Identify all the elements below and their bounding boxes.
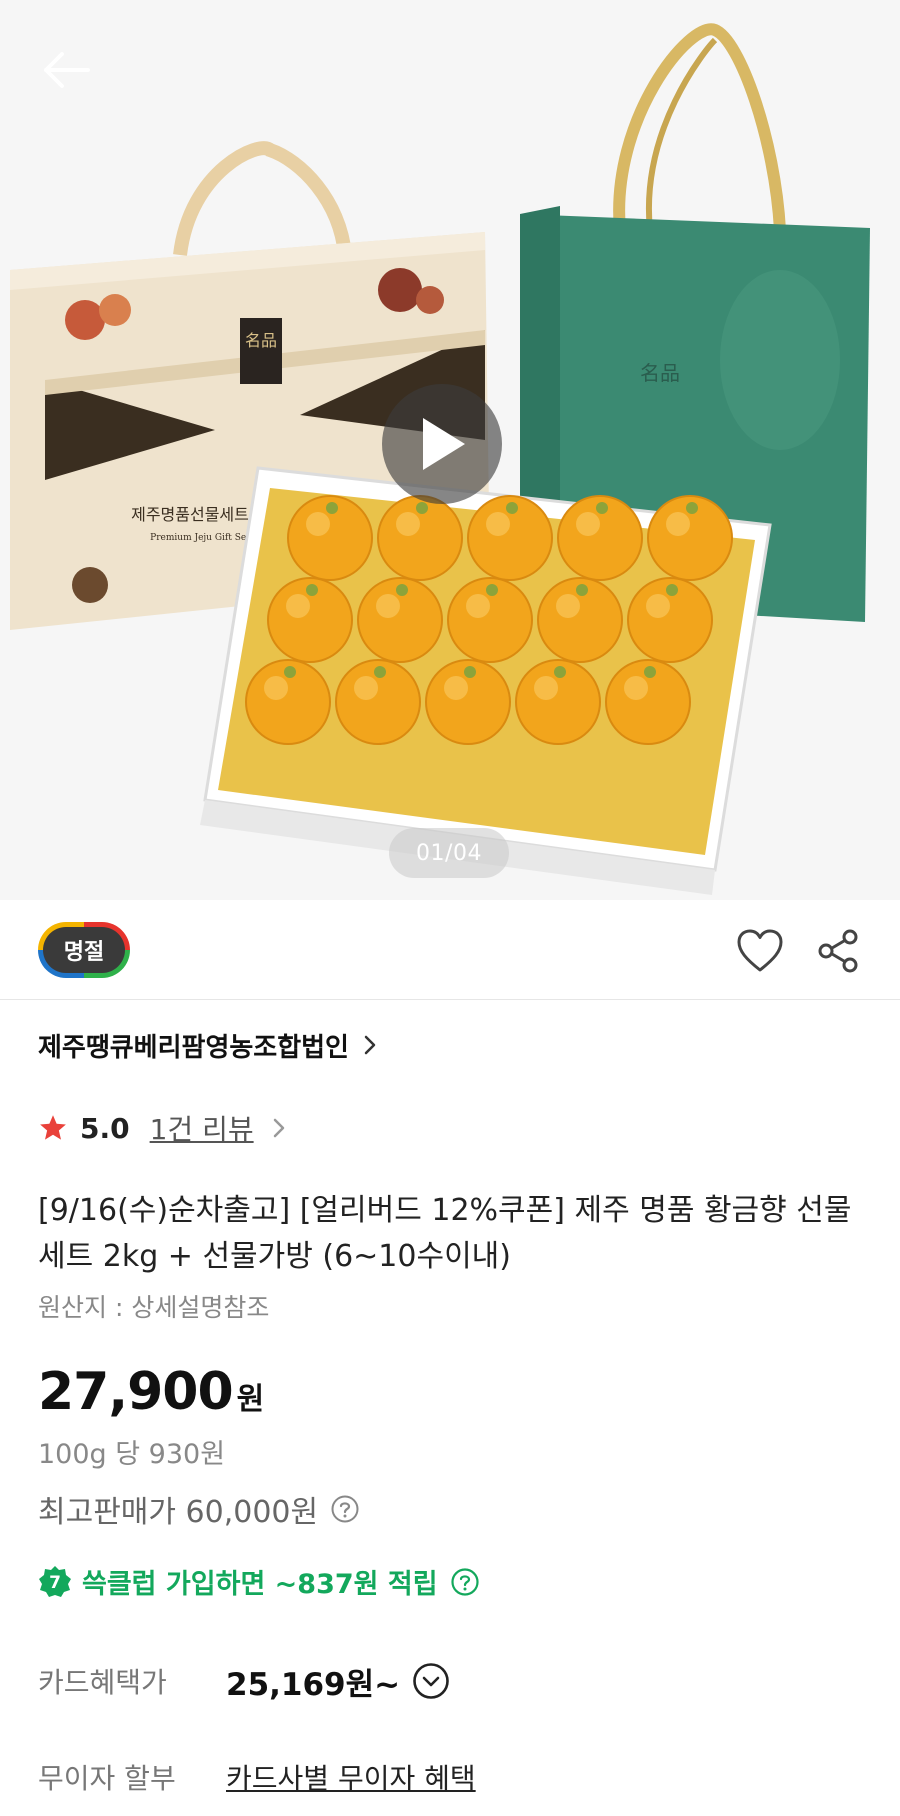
product-origin: 원산지 : 상세설명참조 [38,1293,270,1322]
orange-highlight [466,594,490,618]
card-benefit-label: 카드혜택가 [38,1666,167,1699]
orange-highlight [556,594,580,618]
orange-highlight [264,676,288,700]
heart-icon [737,929,783,972]
box-title-ko: 제주명품선물세트 [131,505,249,524]
review-count-link[interactable]: 1건 리뷰 [150,1108,254,1148]
max-price-text: 최고판매가 60,000원 [38,1495,319,1530]
product-title: [9/16(수)순차출고] [얼리버드 12%쿠폰] 제주 명품 황금향 선물세… [38,1193,852,1274]
seller-link[interactable]: 제주땡큐베리팜영농조합법인 [38,1025,377,1065]
orange-highlight [376,594,400,618]
chevron-right-icon [363,1034,377,1056]
club-promo-text: 쓱클럽 가입하면 ~837원 적립 [82,1569,438,1600]
max-price: 최고판매가 60,000원 [38,1487,360,1531]
arrow-left-icon [44,52,90,88]
orange-highlight [576,512,600,536]
orange-stem [464,666,476,678]
orange-stem [486,584,498,596]
orange-highlight [306,512,330,536]
installment-row: 무이자 할부 카드사별 무이자 혜택 [38,1752,476,1802]
club-seven-icon: 7 [38,1565,72,1599]
product-image-gallery[interactable]: 名品 名品 제주명품선물세트 Premium Jeju Gift Set 01/… [0,0,900,900]
orange-highlight [286,594,310,618]
orange-stem [506,502,518,514]
sale-price: 27,900 원 [38,1362,264,1422]
share-icon [818,929,858,973]
orange-highlight [396,512,420,536]
play-video-button[interactable] [382,384,502,504]
orange-highlight [354,676,378,700]
orange-stem [554,666,566,678]
orange-highlight [624,676,648,700]
orange-highlight [486,512,510,536]
svg-text:7: 7 [49,1573,61,1593]
orange-stem [596,502,608,514]
orange-stem [576,584,588,596]
holiday-badge: 명절 [38,922,130,978]
share-button[interactable] [810,924,866,978]
installment-label: 무이자 할부 [38,1762,176,1795]
price-currency: 원 [236,1382,265,1417]
help-icon[interactable] [450,1567,480,1597]
orange-stem [326,502,338,514]
seller-name: 제주땡큐베리팜영농조합법인 [38,1032,349,1063]
orange-stem [306,584,318,596]
orange-stem [284,666,296,678]
orange-stem [416,502,428,514]
orange-highlight [444,676,468,700]
chevron-right-icon[interactable] [272,1117,286,1139]
card-benefit-price: 25,169원~ [226,1666,401,1703]
back-button[interactable] [36,40,96,100]
wishlist-button[interactable] [732,924,788,978]
box-logo: 名品 [245,331,277,350]
card-benefit-row: 카드혜택가 25,169원~ [38,1656,450,1706]
chevron-down-circle-icon[interactable] [412,1662,450,1700]
orange-stem [374,666,386,678]
svg-text:名品: 名品 [640,361,680,385]
image-counter: 01/04 [389,828,509,878]
orange-stem [396,584,408,596]
orange-stem [644,666,656,678]
rating-row: 5.0 1건 리뷰 [38,1108,286,1148]
oranges [245,495,733,745]
orange-stem [686,502,698,514]
star-icon [40,1115,66,1140]
help-icon[interactable] [330,1494,360,1524]
box-title-en: Premium Jeju Gift Set [150,533,250,543]
badge-action-row: 명절 [0,900,900,1000]
price-amount: 27,900 [38,1362,234,1422]
holiday-badge-label: 명절 [43,927,125,973]
orange-highlight [666,512,690,536]
ssg-club-promo[interactable]: 7 쓱클럽 가입하면 ~837원 적립 [38,1562,480,1601]
rating-score: 5.0 [80,1111,130,1145]
orange-highlight [534,676,558,700]
installment-benefit-link[interactable]: 카드사별 무이자 혜택 [226,1757,476,1797]
orange-highlight [646,594,670,618]
play-icon [423,418,465,470]
orange-stem [666,584,678,596]
unit-price: 100g 당 930원 [38,1439,226,1470]
